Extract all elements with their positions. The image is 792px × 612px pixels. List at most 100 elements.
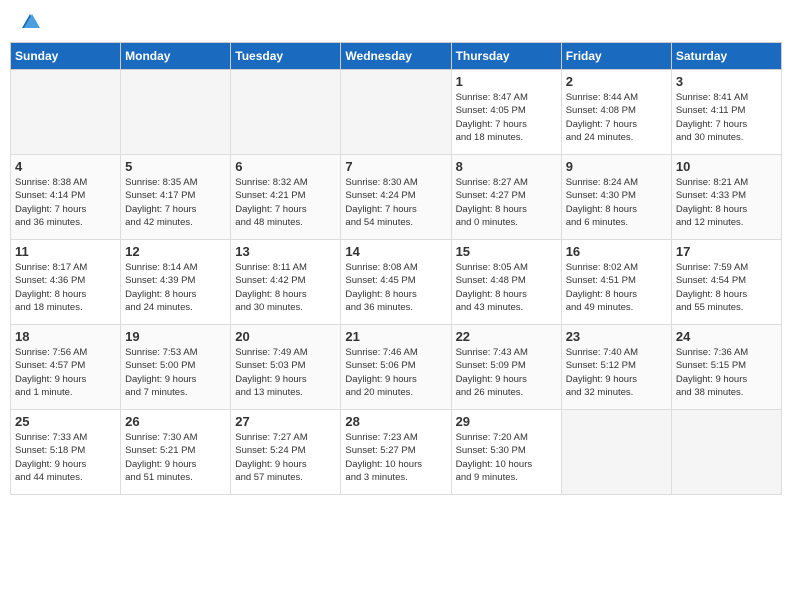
- calendar-cell: [231, 70, 341, 155]
- calendar-cell: 27 Sunrise: 7:27 AM Sunset: 5:24 PM Dayli…: [231, 410, 341, 495]
- day-info: Sunrise: 8:05 AM Sunset: 4:48 PM Dayligh…: [456, 261, 557, 314]
- calendar-cell: 4Sunrise: 8:38 AM Sunset: 4:14 PM Daylig…: [11, 155, 121, 240]
- calendar-cell: 21 Sunrise: 7:46 AM Sunset: 5:06 PM Dayli…: [341, 325, 451, 410]
- day-number: 16: [566, 244, 667, 259]
- day-number: 3: [676, 74, 777, 89]
- weekday-header: Saturday: [671, 43, 781, 70]
- day-info: Sunrise: 7:56 AM Sunset: 4:57 PM Dayligh…: [15, 346, 116, 399]
- day-number: 1: [456, 74, 557, 89]
- day-number: 17: [676, 244, 777, 259]
- day-number: 22: [456, 329, 557, 344]
- calendar-week-row: 18 Sunrise: 7:56 AM Sunset: 4:57 PM Dayli…: [11, 325, 782, 410]
- day-number: 20: [235, 329, 336, 344]
- calendar-cell: 6 Sunrise: 8:32 AM Sunset: 4:21 PM Daylig…: [231, 155, 341, 240]
- day-number: 12: [125, 244, 226, 259]
- day-info: Sunrise: 8:02 AM Sunset: 4:51 PM Dayligh…: [566, 261, 667, 314]
- day-number: 11: [15, 244, 116, 259]
- day-number: 23: [566, 329, 667, 344]
- calendar-cell: 9Sunrise: 8:24 AM Sunset: 4:30 PM Daylig…: [561, 155, 671, 240]
- day-number: 5: [125, 159, 226, 174]
- day-number: 29: [456, 414, 557, 429]
- calendar-cell: 19 Sunrise: 7:53 AM Sunset: 5:00 PM Dayli…: [121, 325, 231, 410]
- day-number: 8: [456, 159, 557, 174]
- day-number: 26: [125, 414, 226, 429]
- day-info: Sunrise: 8:47 AM Sunset: 4:05 PM Dayligh…: [456, 91, 557, 144]
- calendar-cell: 22 Sunrise: 7:43 AM Sunset: 5:09 PM Dayli…: [451, 325, 561, 410]
- calendar-cell: [11, 70, 121, 155]
- calendar-cell: [121, 70, 231, 155]
- logo: [14, 14, 42, 34]
- calendar-cell: 25Sunrise: 7:33 AM Sunset: 5:18 PM Dayli…: [11, 410, 121, 495]
- calendar-cell: [671, 410, 781, 495]
- weekday-header: Wednesday: [341, 43, 451, 70]
- calendar-cell: 10 Sunrise: 8:21 AM Sunset: 4:33 PM Dayli…: [671, 155, 781, 240]
- day-number: 19: [125, 329, 226, 344]
- day-info: Sunrise: 8:24 AM Sunset: 4:30 PM Dayligh…: [566, 176, 667, 229]
- calendar-week-row: 11Sunrise: 8:17 AM Sunset: 4:36 PM Dayli…: [11, 240, 782, 325]
- calendar-cell: 15 Sunrise: 8:05 AM Sunset: 4:48 PM Dayli…: [451, 240, 561, 325]
- calendar-week-row: 1 Sunrise: 8:47 AM Sunset: 4:05 PM Daylig…: [11, 70, 782, 155]
- day-number: 13: [235, 244, 336, 259]
- day-info: Sunrise: 8:44 AM Sunset: 4:08 PM Dayligh…: [566, 91, 667, 144]
- calendar-week-row: 25Sunrise: 7:33 AM Sunset: 5:18 PM Dayli…: [11, 410, 782, 495]
- day-info: Sunrise: 8:14 AM Sunset: 4:39 PM Dayligh…: [125, 261, 226, 314]
- calendar-cell: 8 Sunrise: 8:27 AM Sunset: 4:27 PM Daylig…: [451, 155, 561, 240]
- calendar-cell: 20 Sunrise: 7:49 AM Sunset: 5:03 PM Dayli…: [231, 325, 341, 410]
- day-number: 10: [676, 159, 777, 174]
- day-number: 21: [345, 329, 446, 344]
- day-info: Sunrise: 7:20 AM Sunset: 5:30 PM Dayligh…: [456, 431, 557, 484]
- day-number: 18: [15, 329, 116, 344]
- calendar-cell: [561, 410, 671, 495]
- day-info: Sunrise: 7:40 AM Sunset: 5:12 PM Dayligh…: [566, 346, 667, 399]
- day-number: 28: [345, 414, 446, 429]
- logo-icon: [18, 10, 42, 34]
- day-info: Sunrise: 7:27 AM Sunset: 5:24 PM Dayligh…: [235, 431, 336, 484]
- day-number: 2: [566, 74, 667, 89]
- calendar-cell: 7 Sunrise: 8:30 AM Sunset: 4:24 PM Daylig…: [341, 155, 451, 240]
- day-info: Sunrise: 8:41 AM Sunset: 4:11 PM Dayligh…: [676, 91, 777, 144]
- day-info: Sunrise: 7:23 AM Sunset: 5:27 PM Dayligh…: [345, 431, 446, 484]
- calendar-cell: 26 Sunrise: 7:30 AM Sunset: 5:21 PM Dayli…: [121, 410, 231, 495]
- weekday-header: Sunday: [11, 43, 121, 70]
- day-info: Sunrise: 8:21 AM Sunset: 4:33 PM Dayligh…: [676, 176, 777, 229]
- day-info: Sunrise: 7:46 AM Sunset: 5:06 PM Dayligh…: [345, 346, 446, 399]
- calendar-cell: [341, 70, 451, 155]
- calendar-cell: 1 Sunrise: 8:47 AM Sunset: 4:05 PM Daylig…: [451, 70, 561, 155]
- day-info: Sunrise: 7:53 AM Sunset: 5:00 PM Dayligh…: [125, 346, 226, 399]
- calendar-cell: 13 Sunrise: 8:11 AM Sunset: 4:42 PM Dayli…: [231, 240, 341, 325]
- calendar-cell: 28 Sunrise: 7:23 AM Sunset: 5:27 PM Dayli…: [341, 410, 451, 495]
- calendar-cell: 29 Sunrise: 7:20 AM Sunset: 5:30 PM Dayli…: [451, 410, 561, 495]
- day-number: 7: [345, 159, 446, 174]
- day-info: Sunrise: 7:59 AM Sunset: 4:54 PM Dayligh…: [676, 261, 777, 314]
- calendar-cell: 11Sunrise: 8:17 AM Sunset: 4:36 PM Dayli…: [11, 240, 121, 325]
- calendar-cell: 18 Sunrise: 7:56 AM Sunset: 4:57 PM Dayli…: [11, 325, 121, 410]
- calendar-week-row: 4Sunrise: 8:38 AM Sunset: 4:14 PM Daylig…: [11, 155, 782, 240]
- day-info: Sunrise: 7:49 AM Sunset: 5:03 PM Dayligh…: [235, 346, 336, 399]
- day-info: Sunrise: 7:30 AM Sunset: 5:21 PM Dayligh…: [125, 431, 226, 484]
- calendar-cell: 2 Sunrise: 8:44 AM Sunset: 4:08 PM Daylig…: [561, 70, 671, 155]
- day-number: 6: [235, 159, 336, 174]
- calendar-cell: 12 Sunrise: 8:14 AM Sunset: 4:39 PM Dayli…: [121, 240, 231, 325]
- day-number: 25: [15, 414, 116, 429]
- calendar-cell: 24Sunrise: 7:36 AM Sunset: 5:15 PM Dayli…: [671, 325, 781, 410]
- weekday-header: Friday: [561, 43, 671, 70]
- calendar-cell: 16 Sunrise: 8:02 AM Sunset: 4:51 PM Dayli…: [561, 240, 671, 325]
- day-info: Sunrise: 8:11 AM Sunset: 4:42 PM Dayligh…: [235, 261, 336, 314]
- day-number: 15: [456, 244, 557, 259]
- calendar-cell: 17 Sunrise: 7:59 AM Sunset: 4:54 PM Dayli…: [671, 240, 781, 325]
- calendar-cell: 5Sunrise: 8:35 AM Sunset: 4:17 PM Daylig…: [121, 155, 231, 240]
- day-info: Sunrise: 8:08 AM Sunset: 4:45 PM Dayligh…: [345, 261, 446, 314]
- calendar-table: SundayMondayTuesdayWednesdayThursdayFrid…: [10, 42, 782, 495]
- weekday-header: Thursday: [451, 43, 561, 70]
- day-info: Sunrise: 8:27 AM Sunset: 4:27 PM Dayligh…: [456, 176, 557, 229]
- day-number: 4: [15, 159, 116, 174]
- weekday-header-row: SundayMondayTuesdayWednesdayThursdayFrid…: [11, 43, 782, 70]
- day-info: Sunrise: 8:30 AM Sunset: 4:24 PM Dayligh…: [345, 176, 446, 229]
- weekday-header: Tuesday: [231, 43, 341, 70]
- day-number: 27: [235, 414, 336, 429]
- day-info: Sunrise: 7:43 AM Sunset: 5:09 PM Dayligh…: [456, 346, 557, 399]
- calendar-cell: 14Sunrise: 8:08 AM Sunset: 4:45 PM Dayli…: [341, 240, 451, 325]
- day-info: Sunrise: 8:32 AM Sunset: 4:21 PM Dayligh…: [235, 176, 336, 229]
- calendar-cell: 23 Sunrise: 7:40 AM Sunset: 5:12 PM Dayli…: [561, 325, 671, 410]
- weekday-header: Monday: [121, 43, 231, 70]
